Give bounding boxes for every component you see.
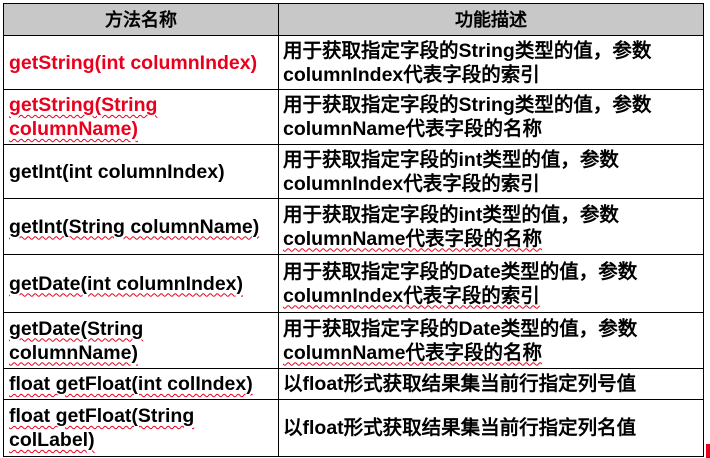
description-cell: 用于获取指定字段的String类型的值，参数 columnIndex代表字段的索… (278, 35, 704, 90)
method-cell: float getFloat(int colIndex) (3, 368, 279, 400)
method-signature-continued: colLabel) (9, 429, 95, 451)
method-signature: getDate(int columnIndex) (9, 272, 244, 295)
description-line: 以float形式获取结果集当前行指定列号值 (283, 373, 637, 395)
description-line: columnIndex代表字段的索引 (283, 63, 540, 86)
cropped-slide-fragment (592, 444, 710, 458)
cropped-red-mark (706, 444, 710, 458)
resultset-methods-table: 方法名称 功能描述 getString(int columnIndex) 用于获… (3, 3, 704, 457)
method-cell: getInt(String columnName) (3, 198, 279, 255)
description-cell: 用于获取指定字段的String类型的值，参数 columnName代表字段的名称 (278, 89, 704, 145)
description-line: 用于获取指定字段的int类型的值，参数 (283, 203, 619, 226)
method-signature: getDate(String (9, 317, 144, 340)
table-row: getString(int columnIndex) 用于获取指定字段的Stri… (3, 35, 704, 90)
description-cell: 用于获取指定字段的int类型的值，参数 columnName代表字段的名称 (278, 198, 704, 255)
method-signature: float getFloat(int colIndex) (9, 373, 253, 395)
description-line: 以float形式获取结果集当前行指定列名值 (283, 417, 637, 439)
table-header-row: 方法名称 功能描述 (3, 3, 704, 36)
table-row: getDate(String columnName) 用于获取指定字段的Date… (3, 312, 704, 369)
description-cell: 用于获取指定字段的Date类型的值，参数 columnName代表字段的名称 (278, 312, 704, 369)
method-cell: getString(String columnName) (3, 89, 279, 145)
description-cell: 以float形式获取结果集当前行指定列号值 (278, 368, 704, 400)
header-description: 功能描述 (278, 3, 704, 36)
description-line: columnName代表字段的名称 (283, 118, 542, 140)
method-table-container: 方法名称 功能描述 getString(int columnIndex) 用于获… (3, 3, 704, 457)
method-signature: getString(String (9, 94, 158, 116)
method-signature: getString(int columnIndex) (9, 51, 258, 74)
method-cell: getInt(int columnIndex) (3, 144, 279, 199)
method-signature: float getFloat(String (9, 405, 195, 427)
method-signature: getInt(String columnName) (9, 215, 260, 238)
description-line: 用于获取指定字段的Date类型的值，参数 (283, 260, 638, 283)
method-cell: getDate(int columnIndex) (3, 254, 279, 313)
description-line: 用于获取指定字段的Date类型的值，参数 (283, 317, 638, 340)
table-row: getInt(int columnIndex) 用于获取指定字段的int类型的值… (3, 144, 704, 199)
description-cell: 用于获取指定字段的Date类型的值，参数 columnIndex代表字段的索引 (278, 254, 704, 313)
table-row: getString(String columnName) 用于获取指定字段的St… (3, 89, 704, 145)
table-row: float getFloat(int colIndex) 以float形式获取结… (3, 368, 704, 400)
description-line: 用于获取指定字段的int类型的值，参数 (283, 148, 619, 171)
description-line: 用于获取指定字段的String类型的值，参数 (283, 94, 652, 116)
description-line: columnName代表字段的名称 (283, 227, 542, 250)
description-line: columnIndex代表字段的索引 (283, 284, 540, 307)
method-signature-continued: columnName) (9, 118, 138, 140)
description-line: 用于获取指定字段的String类型的值，参数 (283, 39, 652, 62)
table-row: getInt(String columnName) 用于获取指定字段的int类型… (3, 198, 704, 255)
description-cell: 用于获取指定字段的int类型的值，参数 columnIndex代表字段的索引 (278, 144, 704, 199)
method-cell: getDate(String columnName) (3, 312, 279, 369)
table-row: getDate(int columnIndex) 用于获取指定字段的Date类型… (3, 254, 704, 313)
description-line: columnName代表字段的名称 (283, 341, 542, 364)
method-cell: getString(int columnIndex) (3, 35, 279, 90)
description-line: columnIndex代表字段的索引 (283, 172, 540, 195)
header-method-name: 方法名称 (3, 3, 279, 36)
method-signature: getInt(int columnIndex) (9, 160, 225, 183)
method-signature-continued: columnName) (9, 341, 138, 364)
method-cell: float getFloat(String colLabel) (3, 399, 279, 457)
